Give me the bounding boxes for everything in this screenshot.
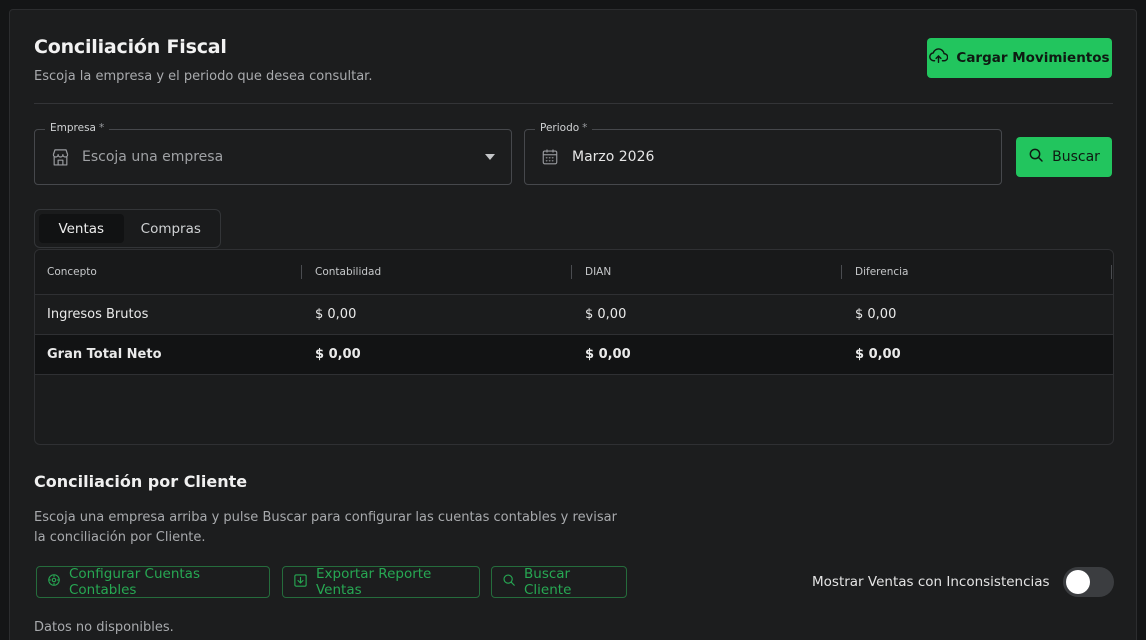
total-diferencia: $ 0,00 [855, 347, 901, 362]
search-client-button[interactable]: Buscar Cliente [491, 566, 627, 598]
periodo-value: Marzo 2026 [572, 149, 655, 165]
total-concepto: Gran Total Neto [47, 347, 162, 362]
header-divider [34, 103, 1113, 104]
periodo-label: Periodo * [535, 122, 593, 134]
search-button[interactable]: Buscar [1016, 137, 1112, 177]
upload-movements-button[interactable]: Cargar Movimientos [927, 38, 1112, 78]
column-header-contabilidad[interactable]: Contabilidad [315, 266, 381, 278]
inconsistencies-toggle[interactable] [1063, 567, 1114, 597]
column-header-diferencia[interactable]: Diferencia [855, 266, 908, 278]
gear-icon [47, 573, 61, 591]
total-dian: $ 0,00 [585, 347, 631, 362]
no-data-message: Datos no disponibles. [34, 620, 174, 635]
search-icon [502, 573, 516, 591]
cell-concepto: Ingresos Brutos [47, 307, 149, 322]
page-title: Conciliación Fiscal [34, 36, 227, 58]
export-report-button[interactable]: Exportar Reporte Ventas [282, 566, 480, 598]
cliente-section-title: Conciliación por Cliente [34, 472, 248, 491]
store-icon [50, 147, 70, 167]
upload-movements-label: Cargar Movimientos [956, 50, 1110, 66]
table-header: Concepto Contabilidad DIAN Diferencia [35, 250, 1113, 295]
configure-accounts-button[interactable]: Configurar Cuentas Contables [36, 566, 270, 598]
configure-accounts-label: Configurar Cuentas Contables [69, 566, 200, 598]
search-button-label: Buscar [1052, 149, 1100, 165]
download-icon [293, 573, 308, 592]
tab-compras[interactable]: Compras [126, 214, 216, 243]
periodo-field[interactable]: Periodo * Marzo 2026 [524, 122, 1002, 185]
calendar-icon[interactable] [540, 147, 560, 167]
tab-ventas[interactable]: Ventas [39, 214, 124, 243]
search-icon [1028, 147, 1044, 167]
column-separator[interactable] [571, 265, 572, 279]
cell-contabilidad: $ 0,00 [315, 307, 357, 322]
table-row[interactable]: Ingresos Brutos $ 0,00 $ 0,00 $ 0,00 [35, 295, 1113, 335]
cloud-upload-icon [929, 48, 949, 68]
export-report-label: Exportar Reporte Ventas [316, 566, 432, 598]
main-card: Conciliación Fiscal Escoja la empresa y … [9, 9, 1137, 640]
toggle-knob [1066, 570, 1090, 594]
total-contabilidad: $ 0,00 [315, 347, 361, 362]
chevron-down-icon [485, 154, 495, 160]
cell-diferencia: $ 0,00 [855, 307, 897, 322]
conciliation-table: Concepto Contabilidad DIAN Diferencia In… [34, 249, 1114, 445]
page-subtitle: Escoja la empresa y el periodo que desea… [34, 69, 373, 84]
column-header-concepto[interactable]: Concepto [47, 266, 97, 278]
inconsistencies-toggle-label: Mostrar Ventas con Inconsistencias [812, 574, 1050, 590]
cell-dian: $ 0,00 [585, 307, 627, 322]
column-separator[interactable] [1111, 265, 1112, 279]
empresa-select[interactable]: Empresa * Escoja una empresa [34, 122, 512, 185]
empresa-label: Empresa * [45, 122, 110, 134]
tabs: Ventas Compras [34, 209, 221, 248]
empresa-placeholder: Escoja una empresa [82, 149, 224, 165]
table-total-row: Gran Total Neto $ 0,00 $ 0,00 $ 0,00 [35, 335, 1113, 375]
cliente-section-description: Escoja una empresa arriba y pulse Buscar… [34, 510, 617, 545]
column-header-dian[interactable]: DIAN [585, 266, 611, 278]
search-client-label: Buscar Cliente [524, 566, 572, 598]
column-separator[interactable] [301, 265, 302, 279]
column-separator[interactable] [841, 265, 842, 279]
